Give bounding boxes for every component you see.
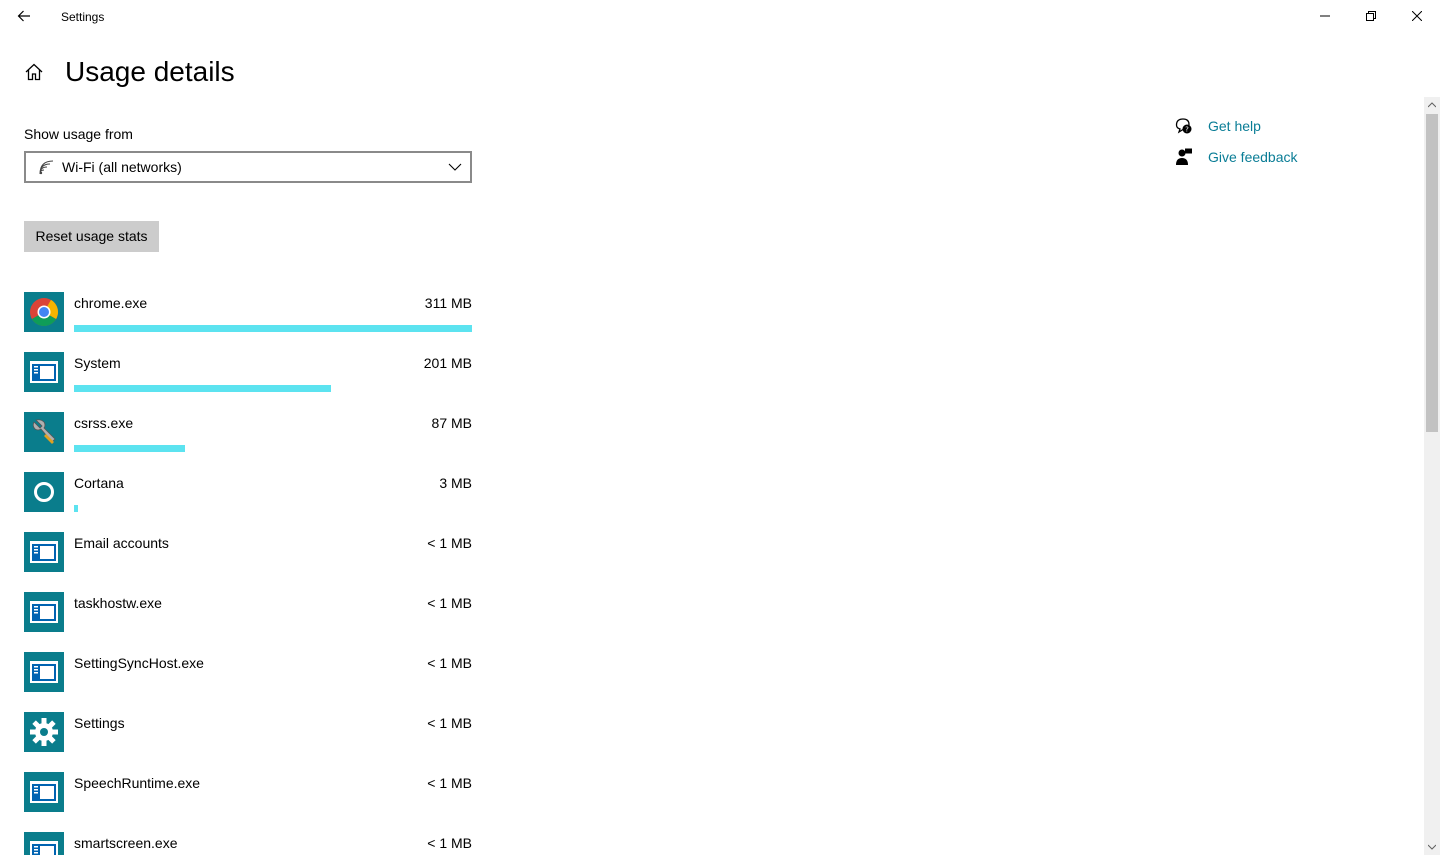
app-usage-row: smartscreen.exe < 1 MB xyxy=(24,832,472,855)
app-icon-tile xyxy=(24,652,64,692)
app-name: System xyxy=(74,355,121,371)
app-usage-amount: 3 MB xyxy=(439,475,472,491)
app-window-icon xyxy=(30,841,58,855)
app-icon-tile xyxy=(24,592,64,632)
back-button[interactable] xyxy=(0,0,48,32)
minimize-button[interactable] xyxy=(1302,0,1348,32)
home-icon xyxy=(25,63,43,81)
reset-usage-stats-button[interactable]: Reset usage stats xyxy=(24,221,159,252)
app-window-icon xyxy=(30,661,58,683)
close-icon xyxy=(1412,11,1422,21)
app-icon-tile xyxy=(24,352,64,392)
give-feedback-row: Give feedback xyxy=(1175,147,1415,178)
app-name: chrome.exe xyxy=(74,295,148,311)
usage-source-value: Wi-Fi (all networks) xyxy=(62,159,182,175)
app-usage-amount: < 1 MB xyxy=(427,535,472,551)
app-usage-amount: < 1 MB xyxy=(427,595,472,611)
app-usage-row: SettingSyncHost.exe < 1 MB xyxy=(24,652,472,712)
app-usage-amount: 87 MB xyxy=(431,415,472,431)
app-window-icon xyxy=(30,781,58,803)
app-usage-row: System 201 MB xyxy=(24,352,472,412)
app-name: csrss.exe xyxy=(74,415,134,431)
wrench-icon xyxy=(32,419,56,444)
app-usage-bar xyxy=(74,385,331,392)
help-panel: ? Get help Give feedback xyxy=(1175,116,1415,178)
app-usage-bar xyxy=(74,505,78,512)
app-window-icon xyxy=(30,601,58,623)
cortana-icon xyxy=(34,482,54,502)
app-name: Settings xyxy=(74,715,125,731)
home-button[interactable] xyxy=(24,62,44,82)
restore-button[interactable] xyxy=(1348,0,1394,32)
app-usage-row: chrome.exe 311 MB xyxy=(24,292,472,352)
app-window-icon xyxy=(30,361,58,383)
svg-text:?: ? xyxy=(1185,126,1189,134)
vertical-scrollbar[interactable] xyxy=(1424,97,1440,855)
app-usage-bar xyxy=(74,325,472,332)
app-usage-amount: < 1 MB xyxy=(427,835,472,851)
scroll-up-arrow-icon xyxy=(1428,102,1436,108)
app-name: SettingSyncHost.exe xyxy=(74,655,204,671)
app-name: Cortana xyxy=(74,475,124,491)
close-button[interactable] xyxy=(1394,0,1440,32)
scroll-thumb[interactable] xyxy=(1426,114,1438,432)
app-name: taskhostw.exe xyxy=(74,595,162,611)
app-usage-row: csrss.exe 87 MB xyxy=(24,412,472,472)
app-usage-row: Email accounts < 1 MB xyxy=(24,532,472,592)
window-title: Settings xyxy=(61,10,105,24)
title-bar: Settings xyxy=(0,0,1440,32)
show-usage-label: Show usage from xyxy=(24,126,133,142)
app-icon-tile xyxy=(24,412,64,452)
app-icon-tile xyxy=(24,472,64,512)
scroll-down-arrow-icon xyxy=(1428,844,1436,850)
app-name: smartscreen.exe xyxy=(74,835,178,851)
app-usage-row: SpeechRuntime.exe < 1 MB xyxy=(24,772,472,832)
usage-source-dropdown[interactable]: Wi-Fi (all networks) xyxy=(24,151,472,183)
app-icon-tile xyxy=(24,532,64,572)
app-icon-tile xyxy=(24,832,64,855)
app-usage-amount: < 1 MB xyxy=(427,655,472,671)
gear-icon xyxy=(30,718,58,746)
app-usage-amount: < 1 MB xyxy=(427,715,472,731)
app-window-icon xyxy=(30,541,58,563)
page-title: Usage details xyxy=(65,56,235,87)
feedback-icon xyxy=(1176,148,1192,165)
chat-help-icon: ? xyxy=(1175,118,1192,134)
app-usage-amount: 201 MB xyxy=(423,355,472,371)
chrome-icon xyxy=(30,298,58,326)
app-usage-list: chrome.exe 311 MB System 201 MB csrss.exe 87 … xyxy=(24,292,472,855)
back-arrow-icon xyxy=(17,10,30,22)
app-usage-row: taskhostw.exe < 1 MB xyxy=(24,592,472,652)
wifi-icon xyxy=(39,160,54,175)
scroll-down-button[interactable] xyxy=(1424,839,1440,855)
app-usage-bar xyxy=(74,445,185,452)
app-usage-amount: 311 MB xyxy=(424,295,472,311)
app-usage-row: Cortana 3 MB xyxy=(24,472,472,532)
app-usage-amount: < 1 MB xyxy=(427,775,472,791)
app-usage-row: Settings < 1 MB xyxy=(24,712,472,772)
scroll-up-button[interactable] xyxy=(1424,97,1440,113)
app-icon-tile xyxy=(24,712,64,752)
app-icon-tile xyxy=(24,772,64,812)
minimize-icon xyxy=(1320,15,1330,17)
app-name: SpeechRuntime.exe xyxy=(74,775,201,791)
give-feedback-link[interactable]: Give feedback xyxy=(1208,149,1298,165)
app-name: Email accounts xyxy=(74,535,169,551)
restore-icon xyxy=(1366,11,1376,21)
chevron-down-icon xyxy=(448,163,462,171)
get-help-link[interactable]: Get help xyxy=(1208,118,1261,134)
get-help-row: ? Get help xyxy=(1175,116,1415,147)
app-icon-tile xyxy=(24,292,64,332)
